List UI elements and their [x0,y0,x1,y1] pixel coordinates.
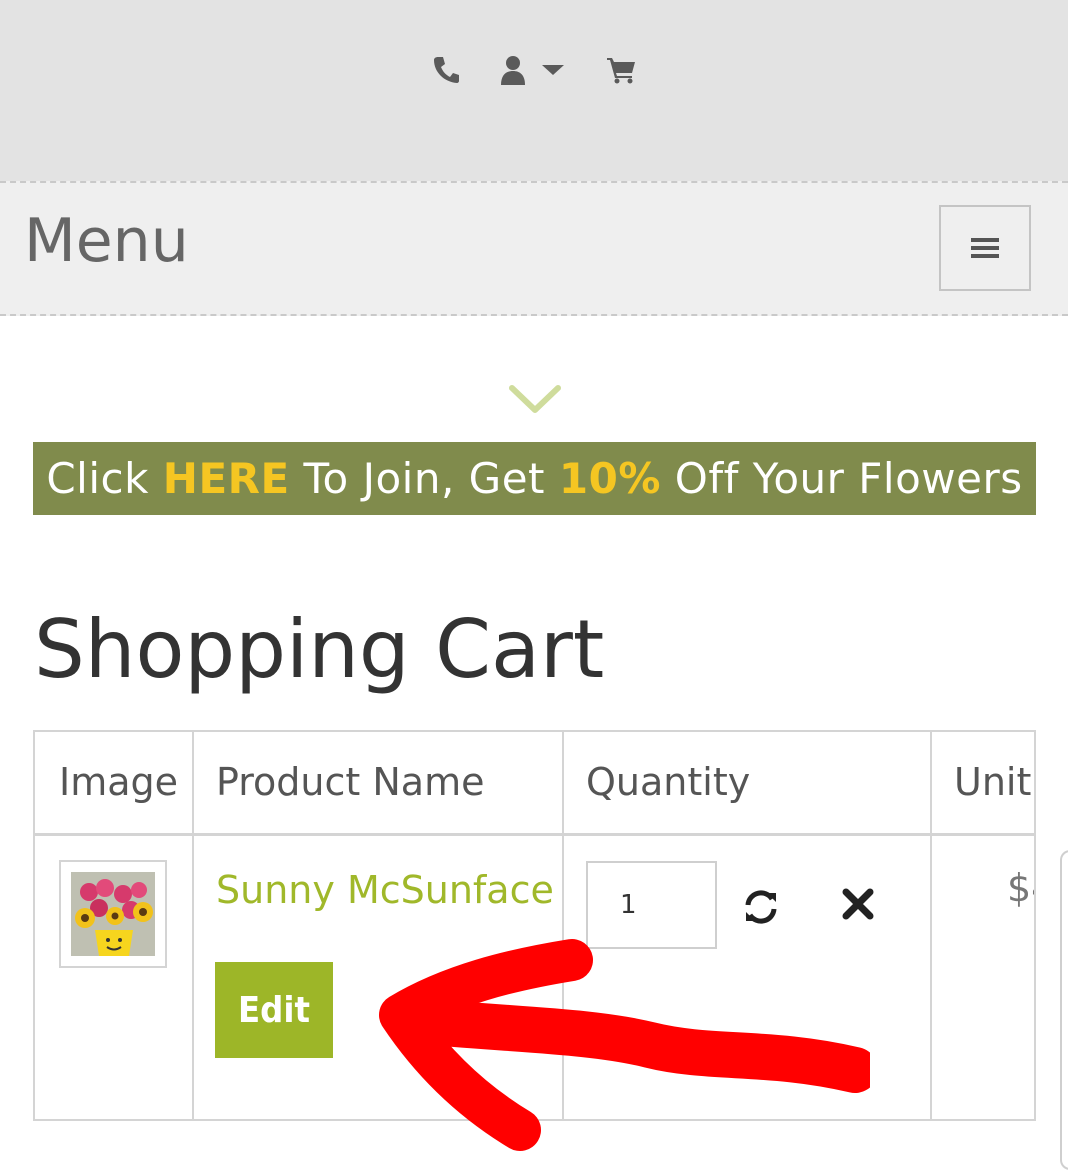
account-menu[interactable] [500,55,566,85]
menu-bar: Menu [0,181,1068,316]
promo-text-1: Click [46,454,163,503]
top-icon-row [0,55,1068,85]
promo-text-2: To Join, Get [289,454,559,503]
promo-here: HERE [162,454,290,503]
col-header-product: Product Name [216,760,485,804]
col-header-image: Image [59,760,179,804]
scrollbar-edge[interactable] [1060,850,1068,1170]
menu-label[interactable]: Menu [24,211,189,271]
col-header-unit: Unit [954,760,1032,804]
col-header-quantity: Quantity [586,760,751,804]
column-divider [930,732,932,1119]
promo-banner[interactable]: Click HERE To Join, Get 10% Off Your Flo… [33,442,1036,515]
page-title: Shopping Cart [34,603,605,696]
table-header [35,732,1034,836]
cart-icon[interactable] [606,56,636,84]
annotation-arrow [350,930,878,1165]
user-icon [501,56,525,85]
chevron-down-icon[interactable] [508,382,562,423]
remove-icon[interactable] [841,887,875,926]
unit-price: $4 [1007,866,1034,910]
phone-icon[interactable] [432,55,460,85]
edit-button[interactable]: Edit [215,962,333,1058]
top-bar [0,0,1068,181]
promo-percent: 10% [558,454,661,503]
column-divider [192,732,194,1119]
product-image [71,872,155,956]
menu-toggle-button[interactable] [939,205,1031,291]
caret-down-icon [542,65,564,75]
promo-text-3: Off Your Flowers [660,454,1023,503]
refresh-icon[interactable] [743,890,779,929]
product-name-link[interactable]: Sunny McSunface [216,868,554,912]
hamburger-icon [971,238,999,258]
product-thumbnail[interactable] [59,860,167,968]
